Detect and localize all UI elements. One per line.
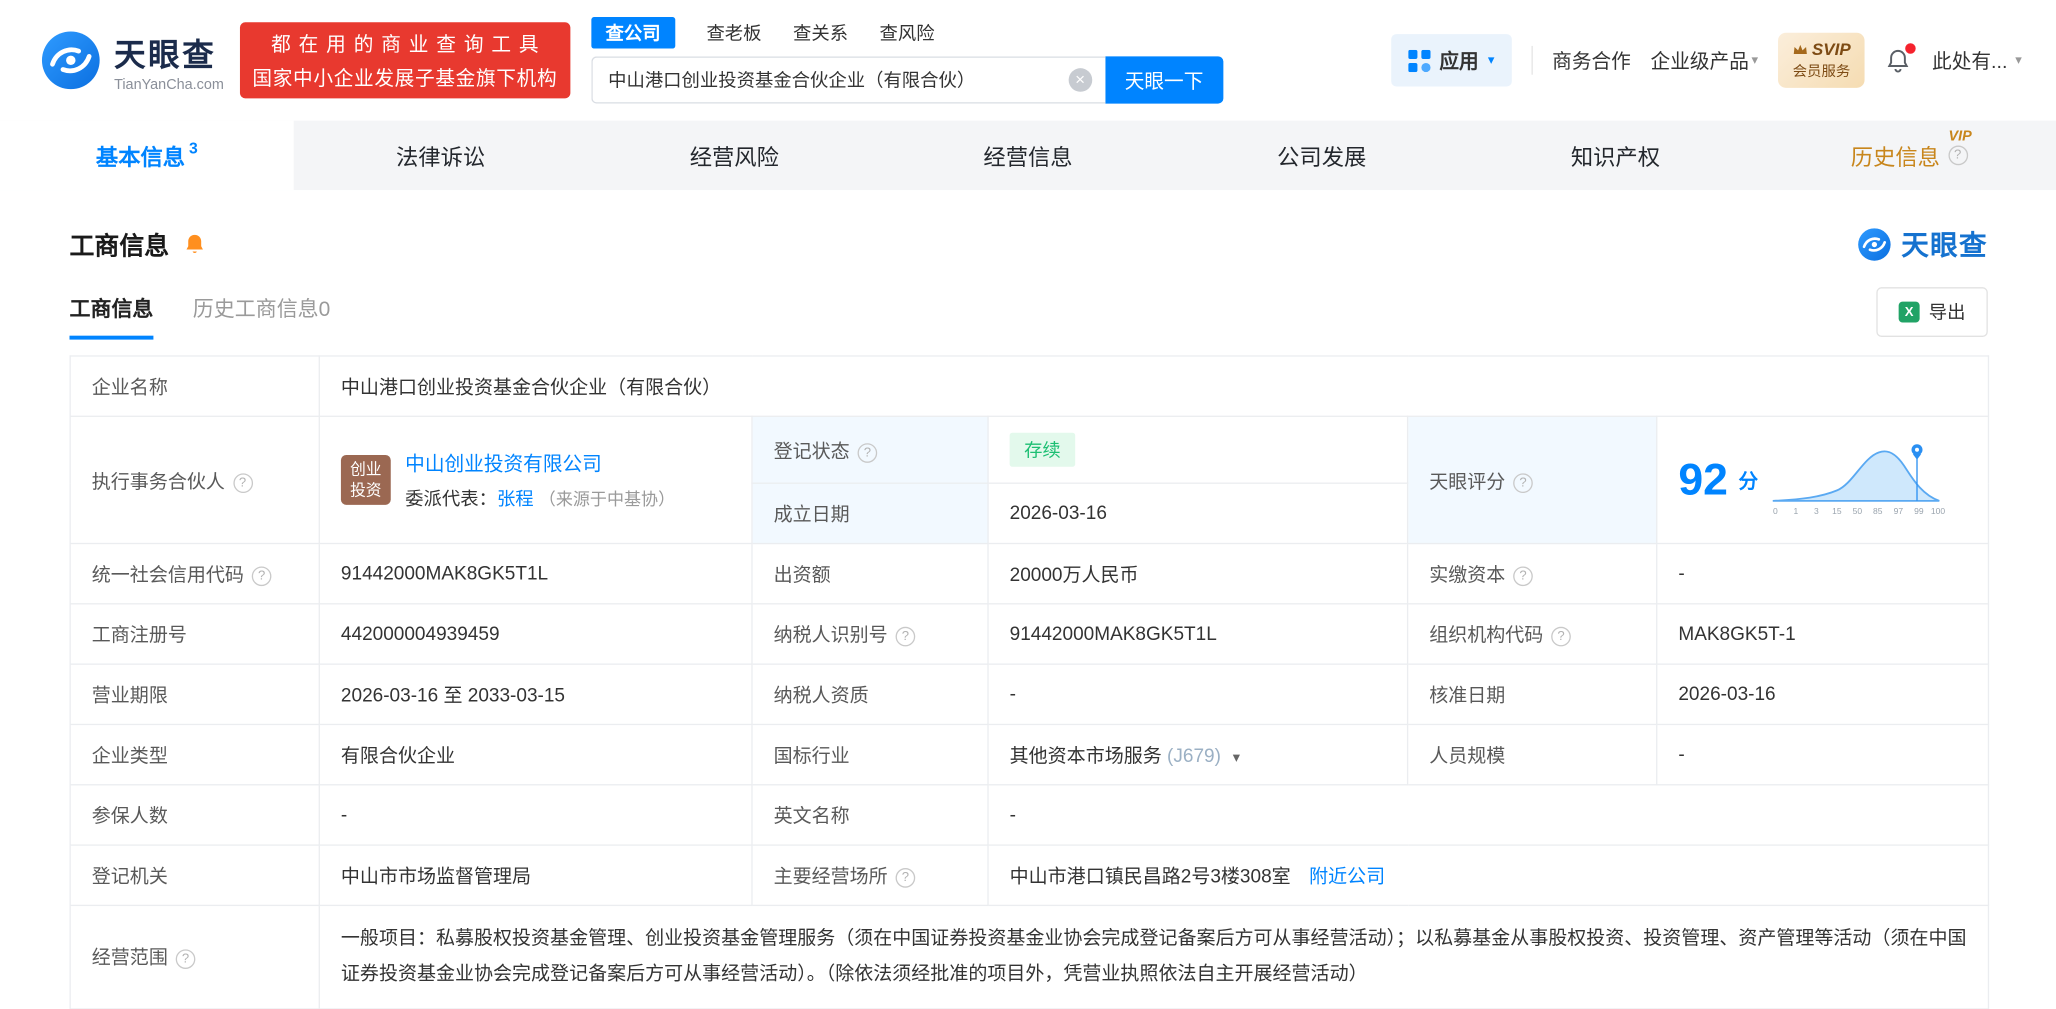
tab-operation-risk[interactable]: 经营风险 xyxy=(587,121,881,190)
help-icon[interactable]: ? xyxy=(1513,566,1533,587)
help-icon[interactable]: ? xyxy=(895,626,916,647)
brand-name: 天眼查 xyxy=(114,37,217,73)
notifications-bell[interactable] xyxy=(1885,42,1917,75)
table-row: 营业期限 2026-03-16 至 2033-03-15 纳税人资质 - 核准日… xyxy=(69,663,1990,726)
search-area: 查公司 查老板 查关系 查风险 × 天眼一下 xyxy=(591,16,1224,104)
export-button[interactable]: X 导出 xyxy=(1876,287,1988,337)
svip-member-badge[interactable]: SVIP 会员服务 xyxy=(1777,32,1866,88)
chevron-down-icon[interactable]: ▾ xyxy=(1233,750,1240,766)
table-row: 经营范围? 一般项目：私募股权投资基金管理、创业投资基金管理服务（须在中国证券投… xyxy=(69,904,1990,1009)
score-curve-chart: 0 1 3 15 50 85 97 99 100 xyxy=(1772,444,1945,516)
chevron-down-icon: ▾ xyxy=(1487,53,1495,68)
help-icon[interactable]: ? xyxy=(1551,626,1571,647)
table-row: 企业类型 有限合伙企业 国标行业 其他资本市场服务 (J679) ▾ 人员规模 … xyxy=(69,723,1990,786)
tab-basic-info[interactable]: 基本信息 3 xyxy=(0,120,294,191)
promo-banner[interactable]: 都在用的商业查询工具 国家中小企业发展子基金旗下机构 xyxy=(239,22,571,99)
search-input[interactable] xyxy=(591,56,1106,104)
tab-intellectual-property[interactable]: 知识产权 xyxy=(1469,121,1763,190)
business-cooperation-link[interactable]: 商务合作 xyxy=(1552,47,1631,75)
clear-search-icon[interactable]: × xyxy=(1068,68,1092,92)
help-icon[interactable]: ? xyxy=(232,472,253,493)
help-icon[interactable]: ? xyxy=(175,949,196,970)
tab-company-development[interactable]: 公司发展 xyxy=(1175,121,1469,190)
top-header: 天眼查 TianYanCha.com 都在用的商业查询工具 国家中小企业发展子基… xyxy=(0,0,2056,121)
svg-text:85: 85 xyxy=(1873,506,1883,516)
industry-cell: 其他资本市场服务 (J679) ▾ xyxy=(987,723,1409,786)
search-tab-relation[interactable]: 查关系 xyxy=(793,19,848,45)
svg-text:15: 15 xyxy=(1832,506,1842,516)
svg-text:99: 99 xyxy=(1914,506,1924,516)
table-row: 工商注册号 442000004939459 纳税人识别号? 91442000MA… xyxy=(69,603,1990,665)
representative-link[interactable]: 张程 xyxy=(497,487,534,508)
venture-capital-badge: 创业 投资 xyxy=(340,454,391,505)
header-divider xyxy=(1531,45,1533,75)
table-row: 执行事务合伙人? 创业 投资 中山创业投资有限公司 委派代表：张程 （来源于中基协… xyxy=(69,415,1990,545)
table-row: 统一社会信用代码? 91442000MAK8GK5T1L 出资额 20000万人… xyxy=(69,542,1990,605)
help-icon[interactable]: ? xyxy=(857,442,878,463)
score-value: 92 xyxy=(1678,454,1728,505)
tianyancha-logo-icon xyxy=(41,31,100,90)
table-row: 企业名称 中山港口创业投资基金合伙企业（有限合伙） xyxy=(69,355,1990,417)
svg-text:0: 0 xyxy=(1773,506,1778,516)
help-icon[interactable]: ? xyxy=(1947,145,1968,166)
svg-text:50: 50 xyxy=(1852,506,1862,516)
chevron-down-icon: ▾ xyxy=(1751,53,1759,68)
search-button[interactable]: 天眼一下 xyxy=(1105,56,1224,104)
company-name-value: 中山港口创业投资基金合伙企业（有限合伙） xyxy=(318,355,1990,417)
nearby-companies-link[interactable]: 附近公司 xyxy=(1309,867,1385,888)
svg-text:1: 1 xyxy=(1793,506,1798,516)
tianyancha-watermark: 天眼查 xyxy=(1857,224,1988,263)
chevron-down-icon: ▾ xyxy=(2015,53,2022,68)
subtab-business-info[interactable]: 工商信息 xyxy=(69,291,154,340)
tianyancha-logo[interactable]: 天眼查 TianYanCha.com xyxy=(39,28,224,92)
help-icon[interactable]: ? xyxy=(251,566,272,587)
excel-icon: X xyxy=(1898,301,1920,323)
apps-label: 应用 xyxy=(1439,50,1479,73)
vip-badge: VIP xyxy=(1948,128,1972,145)
crown-icon xyxy=(1793,44,1807,54)
tab-history-info[interactable]: VIP 历史信息 ? xyxy=(1762,121,2056,190)
status-badge: 存续 xyxy=(1009,432,1076,467)
notification-dot xyxy=(1905,42,1917,54)
search-tab-company[interactable]: 查公司 xyxy=(591,16,675,48)
subtab-history-business-info[interactable]: 历史工商信息0 xyxy=(193,291,331,340)
help-icon[interactable]: ? xyxy=(895,868,916,888)
search-tab-boss[interactable]: 查老板 xyxy=(706,19,761,45)
company-nav-tabs: 基本信息 3 法律诉讼 经营风险 经营信息 公司发展 知识产权 VIP 历史信息 … xyxy=(0,120,2056,191)
help-icon[interactable]: ? xyxy=(1513,472,1533,493)
apps-grid-icon xyxy=(1407,49,1431,72)
promo-line2: 国家中小企业发展子基金旗下机构 xyxy=(252,67,558,90)
executive-partner-cell: 创业 投资 中山创业投资有限公司 委派代表：张程 （来源于中基协） xyxy=(340,449,730,511)
table-row: 登记机关 中山市市场监督管理局 主要经营场所? 中山市港口镇民昌路2号3楼308… xyxy=(69,844,1990,907)
svg-text:100: 100 xyxy=(1931,506,1945,516)
business-info-table: 企业名称 中山港口创业投资基金合伙企业（有限合伙） 执行事务合伙人? 创业 投资 … xyxy=(69,355,1990,1009)
tab-legal-litigation[interactable]: 法律诉讼 xyxy=(294,121,588,190)
tianyan-score-cell: 92 分 0 1 3 15 50 85 97 99 100 xyxy=(1678,442,1967,518)
apps-menu-button[interactable]: 应用 ▾ xyxy=(1390,34,1512,87)
enterprise-products-link[interactable]: 企业级产品 ▾ xyxy=(1651,47,1759,75)
table-row: 参保人数 - 英文名称 - xyxy=(69,784,1990,846)
svg-text:97: 97 xyxy=(1893,506,1903,516)
promo-line1: 都在用的商业查询工具 xyxy=(271,33,547,56)
search-tab-risk[interactable]: 查风险 xyxy=(880,19,935,45)
tianyancha-watermark-icon xyxy=(1858,227,1891,261)
brand-domain: TianYanCha.com xyxy=(114,76,224,93)
partner-company-link[interactable]: 中山创业投资有限公司 xyxy=(405,449,675,477)
subscribe-bell-icon[interactable] xyxy=(182,231,207,256)
svg-text:3: 3 xyxy=(1814,506,1819,516)
user-account-menu[interactable]: 此处有... ▾ xyxy=(1932,47,2022,75)
section-title: 工商信息 xyxy=(69,232,170,261)
tab-operation-info[interactable]: 经营信息 xyxy=(881,121,1175,190)
